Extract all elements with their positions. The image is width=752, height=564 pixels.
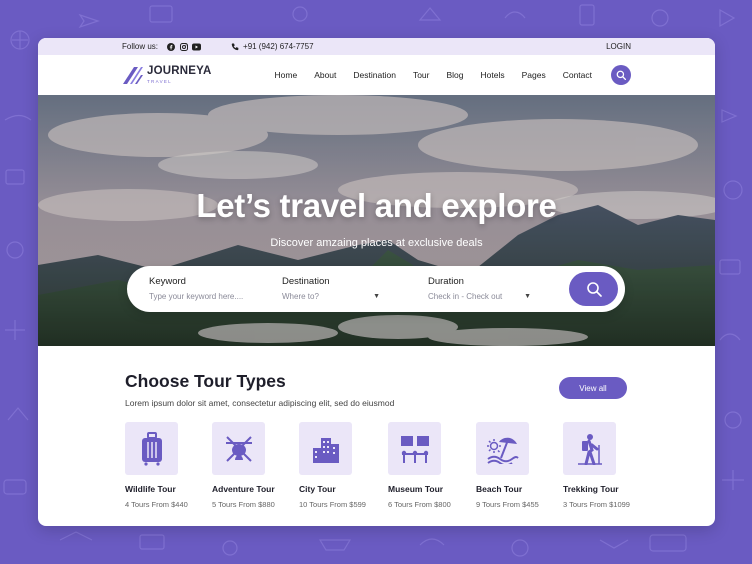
search-icon (586, 282, 602, 297)
tour-name: City Tour (299, 484, 336, 494)
section-description: Lorem ipsum dolor sit amet, consectetur … (125, 398, 395, 408)
youtube-icon[interactable] (192, 42, 202, 51)
follow-us-label: Follow us: (122, 42, 159, 51)
nav-item-tour[interactable]: Tour (413, 70, 430, 80)
tour-meta: 10 Tours From $599 (299, 500, 366, 509)
destination-value: Where to? (282, 292, 319, 301)
tour-meta: 5 Tours From $880 (212, 500, 275, 509)
city-buildings-icon (312, 437, 339, 463)
nav-item-pages[interactable]: Pages (522, 70, 546, 80)
main-navigation: JOURNEYA TRAVEL Home About Destination T… (38, 55, 715, 95)
nav-item-blog[interactable]: Blog (446, 70, 463, 80)
facebook-icon[interactable] (166, 42, 175, 51)
destination-field[interactable]: Destination Where to? ▼ (282, 276, 380, 301)
logo[interactable]: JOURNEYA TRAVEL (122, 65, 211, 85)
tour-meta: 9 Tours From $455 (476, 500, 539, 509)
nav-menu: Home About Destination Tour Blog Hotels … (275, 70, 593, 80)
section-title: Choose Tour Types (125, 371, 286, 391)
tour-icon-box (212, 422, 265, 475)
museum-exhibit-icon (400, 435, 429, 463)
instagram-icon[interactable] (179, 42, 188, 51)
destination-select[interactable]: Where to? ▼ (282, 292, 380, 301)
hero-subtitle: Discover amzaing places at exclusive dea… (270, 237, 483, 249)
nav-item-about[interactable]: About (314, 70, 336, 80)
destination-label: Destination (282, 276, 330, 287)
keyword-label: Keyword (149, 276, 186, 287)
beach-umbrella-icon (486, 437, 519, 464)
tour-icon-box (125, 422, 178, 475)
tour-type-card[interactable]: City Tour 10 Tours From $599 (299, 422, 379, 509)
tour-type-card[interactable]: Wildlife Tour 4 Tours From $440 (125, 422, 205, 509)
search-form: Keyword Type your keyword here.... Desti… (127, 266, 625, 312)
search-submit-button[interactable] (569, 272, 618, 306)
duration-select[interactable]: Check in - Check out ▼ (428, 292, 531, 301)
hiker-icon (577, 433, 602, 465)
duration-label: Duration (428, 276, 464, 287)
chevron-down-icon: ▼ (524, 293, 531, 300)
nav-item-hotels[interactable]: Hotels (481, 70, 505, 80)
duration-value: Check in - Check out (428, 292, 503, 301)
website-card: Follow us: +91 (942) 674-7757 LOGIN JOUR… (38, 38, 715, 526)
tour-type-card[interactable]: Beach Tour 9 Tours From $455 (476, 422, 556, 509)
hero-banner: Let’s travel and explore Discover amzain… (38, 95, 715, 346)
tour-icon-box (476, 422, 529, 475)
luggage-icon (141, 431, 162, 466)
chevron-down-icon: ▼ (373, 293, 380, 300)
campfire-icon (225, 435, 252, 462)
tour-icon-box (388, 422, 441, 475)
tour-icon-box (299, 422, 352, 475)
nav-item-home[interactable]: Home (275, 70, 298, 80)
tour-type-card[interactable]: Trekking Tour 3 Tours From $1099 (563, 422, 643, 509)
nav-item-contact[interactable]: Contact (563, 70, 592, 80)
login-link[interactable]: LOGIN (606, 42, 631, 51)
phone-contact[interactable]: +91 (942) 674-7757 (231, 42, 314, 51)
tour-name: Trekking Tour (563, 484, 619, 494)
tour-type-card[interactable]: Museum Tour 6 Tours From $800 (388, 422, 468, 509)
tour-name: Museum Tour (388, 484, 444, 494)
tour-name: Adventure Tour (212, 484, 275, 494)
brand-name: JOURNEYA (147, 65, 212, 77)
view-all-button[interactable]: View all (559, 377, 627, 399)
tour-name: Beach Tour (476, 484, 523, 494)
top-bar: Follow us: +91 (942) 674-7757 LOGIN (38, 38, 715, 55)
phone-icon (231, 43, 239, 50)
tour-icon-box (563, 422, 616, 475)
phone-number: +91 (942) 674-7757 (243, 42, 314, 51)
tour-type-card[interactable]: Adventure Tour 5 Tours From $880 (212, 422, 292, 509)
tour-name: Wildlife Tour (125, 484, 176, 494)
tour-meta: 3 Tours From $1099 (563, 500, 630, 509)
tour-meta: 6 Tours From $800 (388, 500, 451, 509)
nav-item-destination[interactable]: Destination (353, 70, 396, 80)
brand-tagline: TRAVEL (147, 78, 172, 84)
duration-field[interactable]: Duration Check in - Check out ▼ (428, 276, 531, 301)
nav-search-button[interactable] (611, 65, 631, 85)
keyword-field[interactable]: Keyword Type your keyword here.... (149, 276, 259, 301)
search-icon (616, 70, 626, 80)
tour-meta: 4 Tours From $440 (125, 500, 188, 509)
keyword-input[interactable]: Type your keyword here.... (149, 292, 259, 301)
hero-title: Let’s travel and explore (196, 187, 557, 224)
logo-mark-icon (123, 67, 143, 84)
